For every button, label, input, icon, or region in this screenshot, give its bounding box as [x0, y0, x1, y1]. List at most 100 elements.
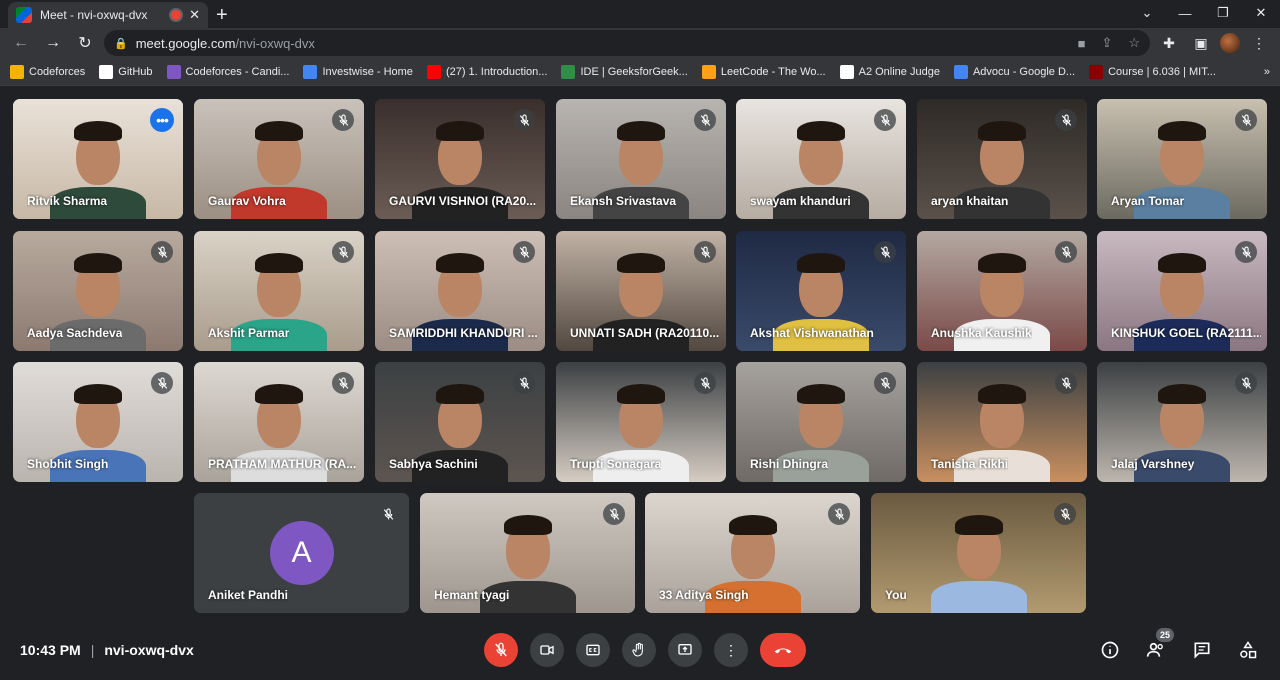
camera-in-use-icon[interactable]: ■ — [1078, 36, 1086, 51]
participant-tile[interactable]: GAURVI VISHNOI (RA20... — [375, 99, 545, 219]
participant-name: 33 Aditya Singh — [659, 588, 749, 602]
lock-icon[interactable]: 🔒 — [114, 37, 128, 50]
participant-tile[interactable]: SAMRIDDHI KHANDURI ... — [375, 231, 545, 351]
participant-tile[interactable]: Gaurav Vohra — [194, 99, 364, 219]
camera-icon — [540, 645, 554, 655]
muted-mic-icon — [377, 503, 399, 525]
bookmark-item[interactable]: Advocu - Google D... — [953, 64, 1075, 79]
bookmark-item[interactable]: Course | 6.036 | MIT... — [1089, 64, 1216, 79]
participant-name: Shobhit Singh — [27, 457, 109, 471]
minimize-icon[interactable]: — — [1166, 0, 1204, 26]
side-panel-icon[interactable]: ▣ — [1188, 30, 1214, 56]
participant-hair — [255, 121, 303, 141]
participant-tile[interactable]: aryan khaitan — [917, 99, 1087, 219]
chat-button[interactable] — [1190, 638, 1214, 662]
participant-tile[interactable]: swayam khanduri — [736, 99, 906, 219]
bookmark-favicon-icon — [839, 64, 854, 79]
share-icon[interactable]: ⇪ — [1101, 35, 1112, 51]
participant-tile[interactable]: Akshit Parmar — [194, 231, 364, 351]
muted-mic-icon — [1055, 372, 1077, 394]
bookmark-favicon-icon — [953, 64, 968, 79]
participant-tile[interactable]: Ekansh Srivastava — [556, 99, 726, 219]
reload-icon[interactable]: ↻ — [72, 30, 98, 56]
url-path: /nvi-oxwq-dvx — [235, 35, 315, 51]
participant-avatar: A — [269, 521, 334, 585]
chrome-menu-icon[interactable]: ⋮ — [1246, 30, 1272, 56]
participant-hair — [728, 515, 777, 535]
more-vert-icon: ⋮ — [724, 641, 738, 658]
bookmarks-bar: Codeforces GitHub Codeforces - Candi... Inv… — [0, 58, 1280, 86]
call-controls: ⋮ — [484, 633, 806, 667]
participant-name: Akshit Parmar — [208, 326, 290, 340]
participant-figure — [930, 581, 1027, 613]
bookmark-item[interactable]: IDE | GeeksforGeek... — [561, 64, 688, 79]
muted-mic-icon — [151, 241, 173, 263]
camera-toggle-button[interactable] — [530, 633, 564, 667]
participant-tile[interactable]: Anushka Kaushik — [917, 231, 1087, 351]
activities-button[interactable] — [1236, 638, 1260, 662]
bookmark-star-icon[interactable]: ☆ — [1128, 35, 1140, 51]
participant-hair — [978, 253, 1026, 273]
participant-tile[interactable]: A Aniket Pandhi — [194, 493, 409, 613]
meeting-info-button[interactable] — [1098, 638, 1122, 662]
back-icon[interactable]: ← — [8, 30, 34, 56]
participant-name: Jalaj Varshney — [1111, 457, 1195, 471]
address-bar[interactable]: 🔒 meet.google.com/nvi-oxwq-dvx ■ ⇪ ☆ — [104, 30, 1150, 56]
bookmark-item[interactable]: (27) 1. Introduction... — [426, 64, 547, 79]
profile-avatar[interactable] — [1220, 33, 1240, 53]
participant-tile[interactable]: Tanisha Rikhi — [917, 362, 1087, 482]
participant-tile[interactable]: Rishi Dhingra — [736, 362, 906, 482]
muted-mic-icon — [694, 241, 716, 263]
bookmark-item[interactable]: Codeforces — [10, 64, 85, 79]
more-options-button[interactable]: ⋮ — [714, 633, 748, 667]
muted-mic-icon — [151, 372, 173, 394]
participant-tile[interactable]: Aryan Tomar — [1097, 99, 1267, 219]
bookmarks-more-icon[interactable]: » — [1264, 66, 1270, 78]
people-button[interactable]: 25 — [1144, 628, 1174, 662]
participant-tile[interactable]: PRATHAM MATHUR (RA... — [194, 362, 364, 482]
participant-tile[interactable]: KINSHUK GOEL (RA2111... — [1097, 231, 1267, 351]
bookmark-item[interactable]: Investwise - Home — [303, 64, 413, 79]
participant-tile[interactable]: Ritvik Sharma ••• — [13, 99, 183, 219]
browser-tab[interactable]: Meet - nvi-oxwq-dvx ✕ — [8, 2, 208, 28]
muted-mic-icon — [513, 372, 535, 394]
participant-tile[interactable]: You — [871, 493, 1086, 613]
participant-tile[interactable]: 33 Aditya Singh — [645, 493, 860, 613]
participant-hair — [978, 384, 1026, 404]
participant-tile[interactable]: Sabhya Sachini — [375, 362, 545, 482]
participant-name: Tanisha Rikhi — [931, 457, 1009, 471]
window-close-icon[interactable]: ✕ — [1242, 0, 1280, 26]
tab-close-icon[interactable]: ✕ — [189, 7, 200, 23]
bookmark-label: LeetCode - The Wo... — [720, 65, 826, 78]
leave-call-button[interactable] — [760, 633, 806, 667]
bookmark-item[interactable]: A2 Online Judge — [839, 64, 940, 79]
muted-mic-icon — [874, 241, 896, 263]
participant-name: Trupti Sonagara — [570, 457, 662, 471]
participant-tile[interactable]: Shobhit Singh — [13, 362, 183, 482]
extensions-icon[interactable]: ✚ — [1156, 30, 1182, 56]
participant-name: GAURVI VISHNOI (RA20... — [389, 194, 537, 208]
restore-icon[interactable]: ❐ — [1204, 0, 1242, 26]
meeting-side-controls: 25 — [1098, 628, 1260, 662]
bookmark-item[interactable]: Codeforces - Candi... — [166, 64, 289, 79]
forward-icon[interactable]: → — [40, 30, 66, 56]
clock: 10:43 PM — [20, 642, 81, 658]
participant-tile[interactable]: Akshat Vishwanathan — [736, 231, 906, 351]
bookmark-item[interactable]: LeetCode - The Wo... — [701, 64, 826, 79]
present-screen-button[interactable] — [668, 633, 702, 667]
participant-tile[interactable]: Trupti Sonagara — [556, 362, 726, 482]
muted-mic-icon — [874, 372, 896, 394]
participant-tile[interactable]: Aadya Sachdeva — [13, 231, 183, 351]
tab-search-icon[interactable]: ⌄ — [1128, 0, 1166, 26]
new-tab-icon[interactable]: + — [216, 4, 228, 27]
participant-tile[interactable]: Hemant tyagi — [420, 493, 635, 613]
bookmark-favicon-icon — [10, 64, 24, 79]
bookmark-item[interactable]: GitHub — [99, 64, 153, 79]
mic-toggle-button[interactable] — [484, 633, 518, 667]
captions-button[interactable] — [576, 633, 610, 667]
participant-tile[interactable]: Jalaj Varshney — [1097, 362, 1267, 482]
participant-name: aryan khaitan — [931, 194, 1009, 208]
tile-more-options-icon[interactable]: ••• — [150, 108, 174, 132]
participant-tile[interactable]: UNNATI SADH (RA20110... — [556, 231, 726, 351]
raise-hand-button[interactable] — [622, 633, 656, 667]
